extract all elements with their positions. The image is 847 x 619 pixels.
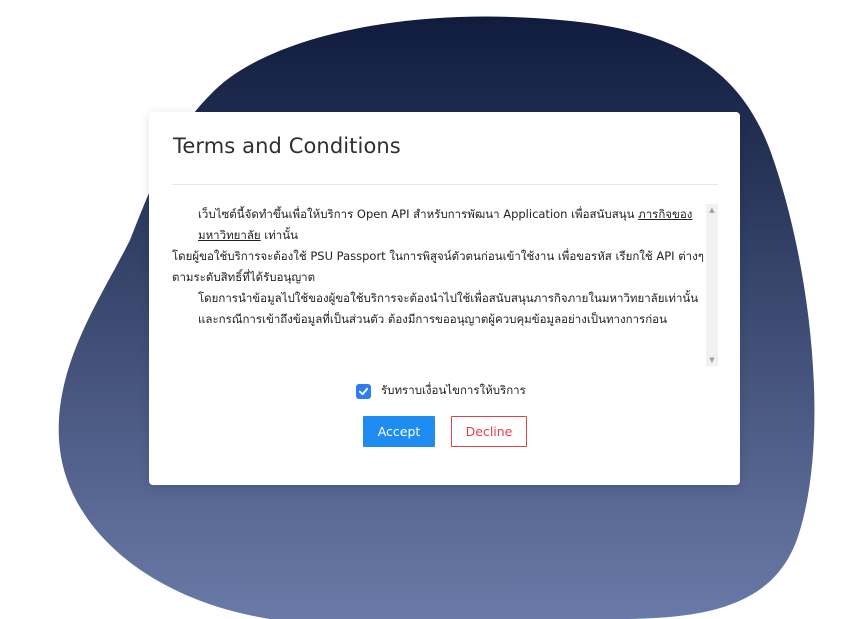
terms-paragraph-1-text: เว็บไซต์นี้จัดทำขึ้นเพื่อให้บริการ Open … [198,207,639,221]
accept-terms-label[interactable]: รับทราบเงื่อนไขการให้บริการ [381,382,526,400]
checkmark-icon [358,387,369,395]
terms-paragraph-2: โดยผู้ขอใช้บริการจะต้องใช้ PSU Passport … [172,249,704,284]
title-divider [172,184,718,185]
decline-button[interactable]: Decline [451,416,527,447]
accept-button[interactable]: Accept [363,416,435,447]
scroll-up-arrow-icon[interactable]: ▲ [706,204,718,216]
accept-terms-checkbox[interactable] [356,383,371,399]
terms-paragraph-1-suffix: เท่านั้น [260,228,298,242]
accept-terms-row[interactable]: รับทราบเงื่อนไขการให้บริการ [356,382,526,400]
scroll-down-arrow-icon[interactable]: ▼ [706,354,718,366]
terms-paragraph-1: เว็บไซต์นี้จัดทำขึ้นเพื่อให้บริการ Open … [172,204,708,246]
terms-scrollbar[interactable]: ▲ ▼ [706,204,718,366]
terms-text-area[interactable]: เว็บไซต์นี้จัดทำขึ้นเพื่อให้บริการ Open … [172,204,708,366]
terms-paragraph-3: โดยการนำข้อมูลไปใช้ของผู้ขอใช้บริการจะต้… [198,291,699,326]
dialog-title: Terms and Conditions [173,134,401,158]
terms-dialog: Terms and Conditions เว็บไซต์นี้จัดทำขึ้… [149,112,740,485]
